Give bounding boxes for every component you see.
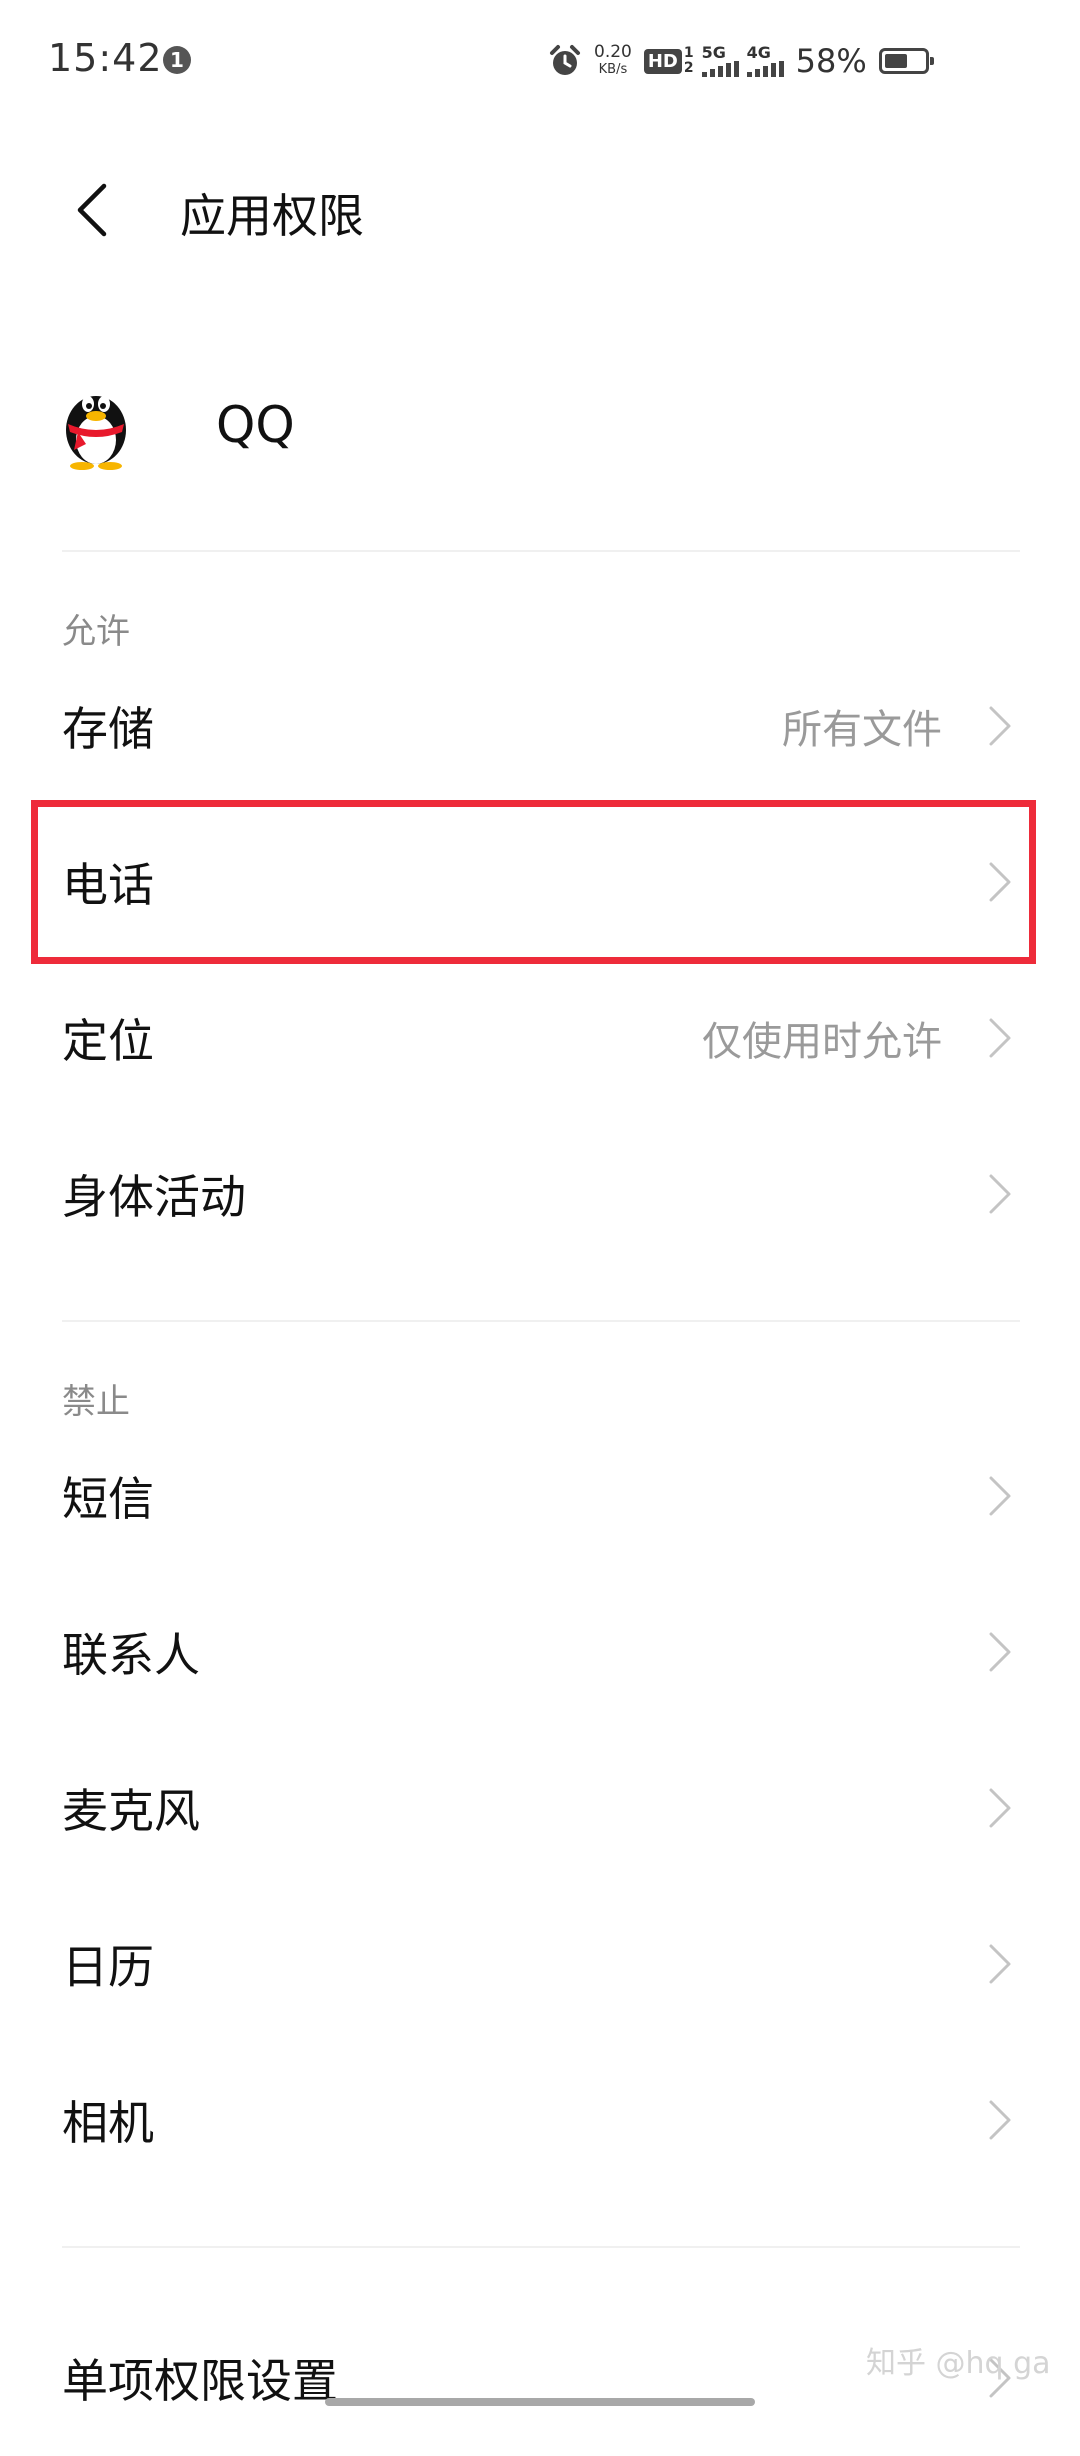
chevron-right-icon: [989, 1788, 1011, 1828]
notification-badge: 1: [163, 46, 191, 74]
permission-label: 日历: [62, 1940, 154, 1994]
chevron-left-icon: [77, 183, 107, 237]
home-indicator[interactable]: [325, 2398, 755, 2406]
permission-label: 联系人: [62, 1628, 200, 1682]
permission-item-contacts[interactable]: 联系人: [0, 1574, 1080, 1730]
net2-label: 4G: [746, 43, 771, 62]
battery-icon: [878, 48, 934, 74]
divider: [62, 550, 1020, 552]
battery-fill: [884, 54, 907, 68]
permission-value: 所有文件: [782, 707, 942, 753]
status-time: 15:42: [48, 36, 163, 80]
qq-penguin-icon: [66, 396, 126, 470]
page-title: 应用权限: [180, 189, 364, 243]
divider: [62, 1320, 1020, 1322]
sim2-label: 2: [683, 60, 694, 76]
single-permission-label: 单项权限设置: [62, 2354, 338, 2408]
permission-item-sms[interactable]: 短信: [0, 1418, 1080, 1574]
permission-label: 定位: [62, 1014, 154, 1068]
signal-4g-icon: 4G: [746, 43, 784, 77]
alarm-icon: [550, 45, 580, 75]
permission-item-camera[interactable]: 相机: [0, 2042, 1080, 2198]
chevron-right-icon: [989, 1174, 1011, 1214]
chevron-right-icon: [989, 1476, 1011, 1516]
hd-icon: HD 1 2: [643, 45, 694, 76]
hd-label: HD: [643, 48, 682, 74]
permission-label: 麦克风: [62, 1784, 200, 1838]
watermark: 知乎 @hq ga: [866, 2346, 1051, 2381]
status-bar: 15:42 1 0.20 KB/s HD 1 2 5G 4G 58%: [0, 0, 1080, 120]
permission-item-storage[interactable]: 存储 所有文件: [0, 648, 1080, 804]
back-button[interactable]: [62, 178, 122, 242]
net1-label: 5G: [701, 43, 726, 62]
chevron-right-icon: [989, 706, 1011, 746]
permission-value: 仅使用时允许: [702, 1019, 942, 1065]
net-speed-value: 0.20: [594, 42, 632, 62]
chevron-right-icon: [989, 862, 1011, 902]
header: 应用权限: [0, 150, 1080, 270]
net-speed-unit: KB/s: [598, 62, 628, 77]
signal-5g-icon: 5G: [701, 43, 739, 77]
permission-item-phone[interactable]: 电话: [0, 804, 1080, 960]
app-name: QQ: [216, 396, 295, 454]
permission-label: 电话: [62, 858, 154, 912]
permission-item-location[interactable]: 定位 仅使用时允许: [0, 960, 1080, 1116]
permission-label: 身体活动: [62, 1170, 246, 1224]
permission-item-microphone[interactable]: 麦克风: [0, 1730, 1080, 1886]
permission-label: 存储: [62, 702, 154, 756]
chevron-right-icon: [989, 2100, 1011, 2140]
permission-item-physical-activity[interactable]: 身体活动: [0, 1116, 1080, 1272]
permission-item-calendar[interactable]: 日历: [0, 1886, 1080, 2042]
divider: [62, 2246, 1020, 2248]
permission-label: 短信: [62, 1472, 154, 1526]
chevron-right-icon: [989, 1632, 1011, 1672]
battery-percent: 58%: [795, 42, 867, 80]
section-label-denied: 禁止: [62, 1382, 130, 1422]
sim1-label: 1: [683, 45, 694, 61]
net-speed: 0.20 KB/s: [594, 44, 632, 78]
chevron-right-icon: [989, 1944, 1011, 1984]
permission-label: 相机: [62, 2096, 154, 2150]
chevron-right-icon: [989, 1018, 1011, 1058]
status-icons: 0.20 KB/s HD 1 2 5G 4G 58%: [548, 36, 934, 86]
app-info-row: QQ: [0, 360, 1080, 490]
section-label-allowed: 允许: [62, 612, 130, 652]
